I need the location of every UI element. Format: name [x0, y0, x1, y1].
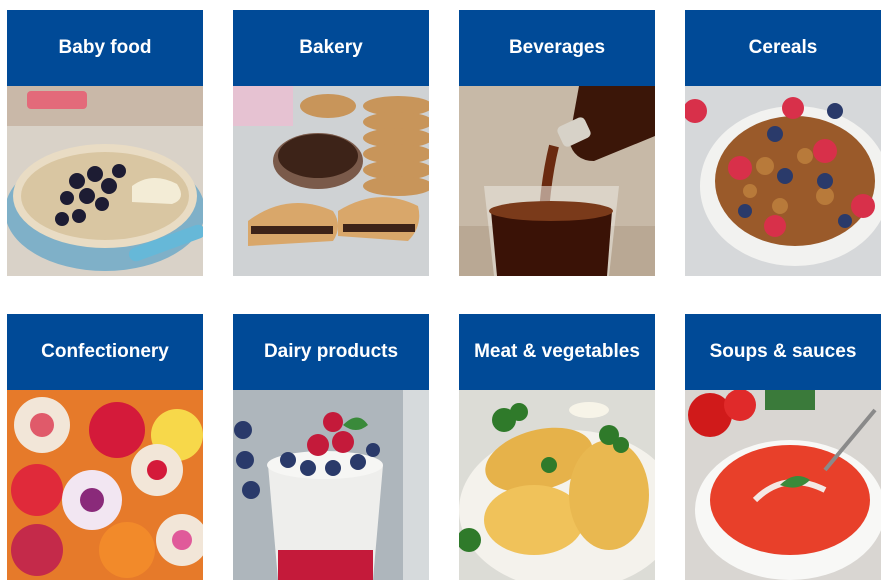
category-label: Dairy products: [263, 341, 399, 362]
oatmeal-with-blueberries-photo: [7, 86, 203, 276]
category-label: Soups & sauces: [709, 341, 857, 362]
cola-pouring-into-glass-photo: [459, 86, 655, 276]
category-tile-dairy-products[interactable]: Dairy products: [233, 314, 429, 580]
category-tile-confectionery[interactable]: Confectionery: [7, 314, 203, 580]
category-tile-meat-vegetables[interactable]: Meat & vegetables: [459, 314, 655, 580]
category-tile-bakery[interactable]: Bakery: [233, 10, 429, 276]
breaded-cutlets-with-parsley-photo: [459, 390, 655, 580]
category-header: Beverages: [459, 10, 655, 86]
yogurt-parfait-with-berries-photo: [233, 390, 429, 580]
category-label: Bakery: [299, 37, 363, 58]
category-tile-cereals[interactable]: Cereals: [685, 10, 881, 276]
colorful-hard-candies-photo: [7, 390, 203, 580]
category-header: Baby food: [7, 10, 203, 86]
category-tile-baby-food[interactable]: Baby food: [7, 10, 203, 276]
category-header: Meat & vegetables: [459, 314, 655, 390]
category-header: Soups & sauces: [685, 314, 881, 390]
category-header: Cereals: [685, 10, 881, 86]
category-label: Meat & vegetables: [474, 341, 640, 362]
category-label: Confectionery: [41, 341, 169, 362]
granola-with-berries-photo: [685, 86, 881, 276]
category-header: Dairy products: [233, 314, 429, 390]
category-label: Baby food: [58, 37, 152, 58]
tomato-soup-bowl-photo: [685, 390, 881, 580]
wafers-and-chocolate-spread-photo: [233, 86, 429, 276]
category-tile-soups-sauces[interactable]: Soups & sauces: [685, 314, 881, 580]
category-tile-beverages[interactable]: Beverages: [459, 10, 655, 276]
category-label: Cereals: [748, 37, 818, 58]
category-header: Confectionery: [7, 314, 203, 390]
category-header: Bakery: [233, 10, 429, 86]
category-label: Beverages: [508, 37, 606, 58]
